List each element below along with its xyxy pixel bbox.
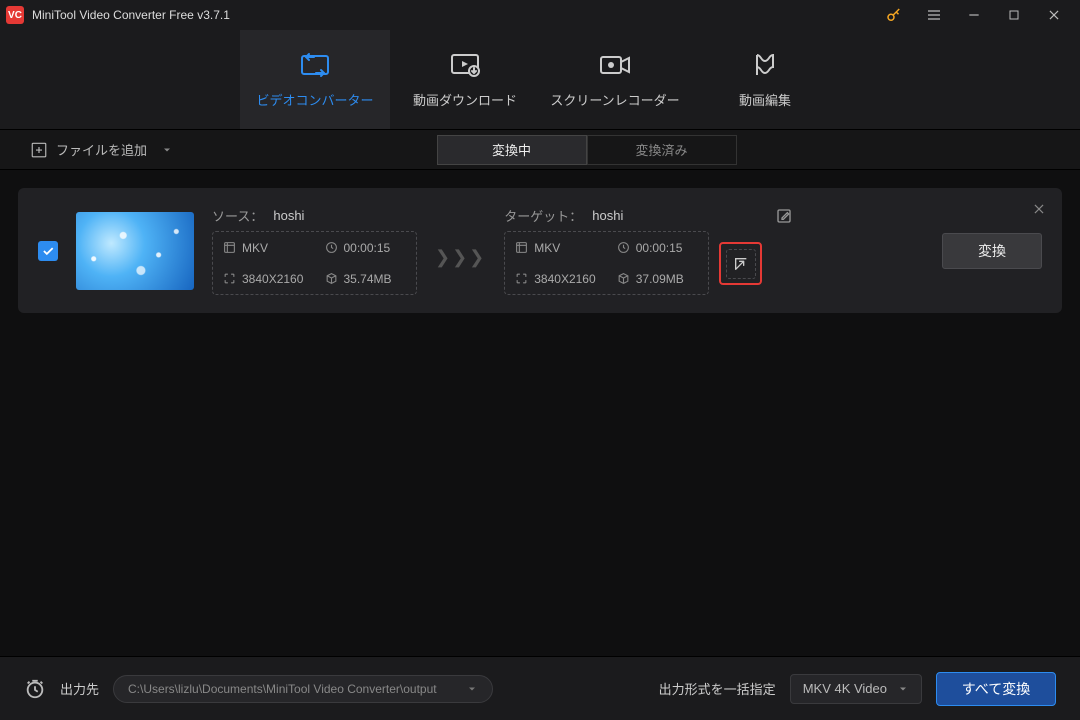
- target-size: 37.09MB: [636, 272, 684, 286]
- schedule-icon[interactable]: [24, 678, 46, 700]
- tab-label: スクリーンレコーダー: [550, 90, 679, 109]
- add-file-icon: [30, 141, 48, 159]
- status-tabs: 変換中 変換済み: [437, 135, 737, 165]
- resolution-icon: [223, 272, 236, 285]
- clock-icon: [325, 241, 338, 254]
- tab-screen-recorder[interactable]: スクリーンレコーダー: [540, 30, 690, 129]
- footer-bar: 出力先 C:\Users\lizlu\Documents\MiniTool Vi…: [0, 656, 1080, 720]
- clock-icon: [617, 241, 630, 254]
- output-format-label: 出力形式を一括指定: [659, 679, 776, 698]
- tab-video-converter[interactable]: ビデオコンバーター: [240, 30, 390, 129]
- convert-button-label: 変換: [978, 241, 1006, 261]
- editor-icon: [751, 50, 779, 80]
- main-tabs: ビデオコンバーター 動画ダウンロード スクリーンレコーダー 動画編集: [0, 30, 1080, 130]
- tab-video-download[interactable]: 動画ダウンロード: [390, 30, 540, 129]
- arrow-separator: ❯❯❯: [435, 247, 486, 268]
- target-info: MKV 00:00:15 3840X2160 37.09MB: [504, 231, 709, 295]
- sub-toolbar: ファイルを追加 変換中 変換済み: [0, 130, 1080, 170]
- maximize-button[interactable]: [994, 0, 1034, 30]
- tab-label: 変換済み: [635, 140, 687, 159]
- output-path-text: C:\Users\lizlu\Documents\MiniTool Video …: [128, 682, 437, 696]
- remove-item-button[interactable]: [1032, 202, 1046, 216]
- resolution-icon: [515, 272, 528, 285]
- size-icon: [325, 272, 338, 285]
- titlebar: VC MiniTool Video Converter Free v3.7.1: [0, 0, 1080, 30]
- format-icon: [515, 241, 528, 254]
- tab-label: 動画編集: [739, 90, 791, 109]
- format-icon: [223, 241, 236, 254]
- convert-button[interactable]: 変換: [942, 233, 1042, 269]
- convert-all-button[interactable]: すべて変換: [936, 672, 1056, 706]
- output-format-selector[interactable]: MKV 4K Video: [790, 674, 922, 704]
- output-format-value: MKV 4K Video: [803, 681, 887, 696]
- source-info: MKV 00:00:15 3840X2160 35.74MB: [212, 231, 417, 295]
- download-icon: [449, 50, 481, 80]
- menu-icon[interactable]: [914, 0, 954, 30]
- chevron-down-icon: [466, 683, 478, 695]
- target-name: hoshi: [592, 208, 623, 223]
- close-button[interactable]: [1034, 0, 1074, 30]
- source-size: 35.74MB: [344, 272, 392, 286]
- recorder-icon: [598, 50, 632, 80]
- output-path-selector[interactable]: C:\Users\lizlu\Documents\MiniTool Video …: [113, 675, 493, 703]
- edit-target-icon[interactable]: [776, 208, 792, 224]
- upgrade-key-icon[interactable]: [874, 0, 914, 30]
- target-duration: 00:00:15: [636, 241, 683, 255]
- add-file-label: ファイルを追加: [56, 140, 147, 159]
- size-icon: [617, 272, 630, 285]
- item-checkbox[interactable]: [38, 241, 58, 261]
- tab-converted[interactable]: 変換済み: [587, 135, 737, 165]
- source-duration: 00:00:15: [344, 241, 391, 255]
- window-title: MiniTool Video Converter Free v3.7.1: [32, 8, 230, 22]
- source-panel: ソース： hoshi MKV 00:00:15 3840X2160 35.74M…: [212, 206, 417, 295]
- target-resolution: 3840X2160: [534, 272, 595, 286]
- tab-converting[interactable]: 変換中: [437, 135, 587, 165]
- add-file-button[interactable]: ファイルを追加: [30, 140, 173, 159]
- tab-label: 動画ダウンロード: [413, 90, 517, 109]
- clip-target-button[interactable]: [719, 242, 762, 285]
- chevron-down-icon: [897, 683, 909, 695]
- chevron-down-icon: [161, 144, 173, 156]
- tab-label: ビデオコンバーター: [256, 90, 373, 109]
- target-label: ターゲット：: [504, 206, 582, 225]
- expand-arrow-icon: [733, 256, 749, 272]
- target-panel: ターゲット： hoshi MKV 00:00:15 3840X2160 37.0…: [504, 206, 709, 295]
- output-dir-label: 出力先: [60, 679, 99, 698]
- content-area: ソース： hoshi MKV 00:00:15 3840X2160 35.74M…: [0, 170, 1080, 656]
- tab-label: 変換中: [492, 140, 531, 159]
- source-resolution: 3840X2160: [242, 272, 303, 286]
- source-name: hoshi: [273, 208, 304, 223]
- source-format: MKV: [242, 241, 268, 255]
- convert-all-label: すべて変換: [962, 679, 1030, 699]
- source-label: ソース：: [212, 206, 263, 225]
- minimize-button[interactable]: [954, 0, 994, 30]
- converter-icon: [299, 50, 331, 80]
- target-format: MKV: [534, 241, 560, 255]
- conversion-item: ソース： hoshi MKV 00:00:15 3840X2160 35.74M…: [18, 188, 1062, 313]
- video-thumbnail[interactable]: [76, 212, 194, 290]
- app-logo: VC: [6, 6, 24, 24]
- tab-video-editor[interactable]: 動画編集: [690, 30, 840, 129]
